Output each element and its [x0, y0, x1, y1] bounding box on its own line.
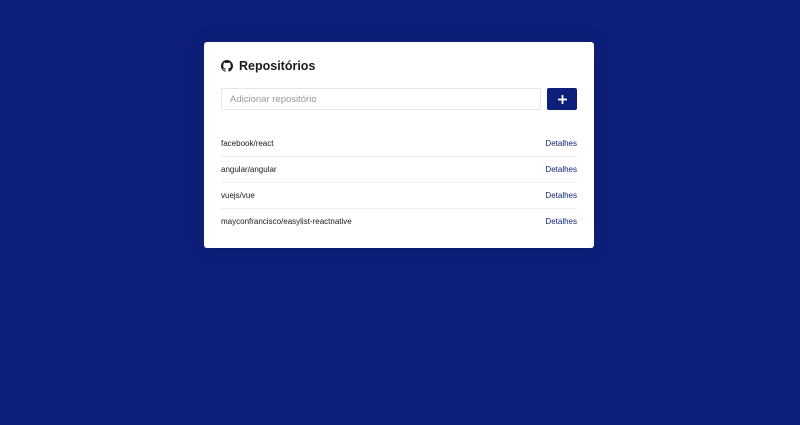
repository-input[interactable] [221, 88, 541, 110]
page-title: Repositórios [239, 59, 316, 73]
list-item: vuejs/vue Detalhes [221, 182, 577, 208]
plus-icon [557, 92, 567, 107]
repository-name: facebook/react [221, 138, 274, 148]
repository-name: mayconfrancisco/easylist-reactnative [221, 217, 352, 226]
list-item: facebook/react Detalhes [221, 130, 577, 156]
repository-name: angular/angular [221, 165, 277, 174]
repository-name: vuejs/vue [221, 191, 255, 200]
repository-list: facebook/react Detalhes angular/angular … [221, 130, 577, 234]
add-repository-form [221, 88, 577, 110]
details-link[interactable]: Detalhes [545, 139, 577, 148]
list-item: mayconfrancisco/easylist-reactnative Det… [221, 208, 577, 234]
details-link[interactable]: Detalhes [545, 191, 577, 200]
repositories-card: Repositórios facebook/react Detalhes ang… [204, 42, 594, 248]
add-repository-button[interactable] [547, 88, 577, 110]
github-icon [221, 60, 233, 72]
list-item: angular/angular Detalhes [221, 156, 577, 182]
card-header: Repositórios [221, 55, 577, 77]
details-link[interactable]: Detalhes [545, 165, 577, 174]
details-link[interactable]: Detalhes [545, 217, 577, 226]
